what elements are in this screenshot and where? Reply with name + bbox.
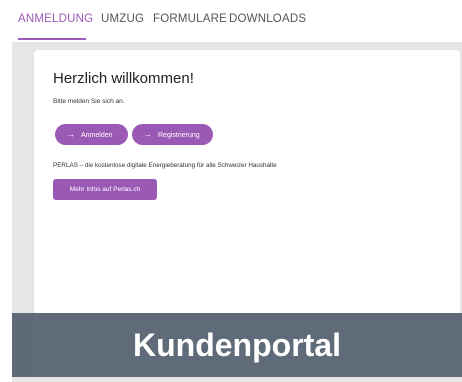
active-tab-indicator: [18, 38, 86, 40]
register-button[interactable]: → Registrierung: [132, 124, 213, 145]
register-button-label: Registrierung: [158, 132, 200, 139]
top-nav: ANMELDUNG UMZUG FORMULARE DOWNLOADS: [0, 0, 462, 42]
page: ANMELDUNG UMZUG FORMULARE DOWNLOADS Herz…: [0, 0, 462, 382]
banner-title: Kundenportal: [133, 327, 341, 363]
tab-formulare[interactable]: FORMULARE: [153, 13, 227, 25]
tab-umzug[interactable]: UMZUG: [101, 13, 144, 25]
tab-anmeldung[interactable]: ANMELDUNG: [18, 13, 93, 25]
login-button-label: Anmelden: [81, 132, 113, 139]
login-button[interactable]: → Anmelden: [55, 124, 128, 145]
tab-downloads[interactable]: DOWNLOADS: [229, 13, 306, 25]
perlas-info-text: PERLAS – die kostenlose digitale Energie…: [53, 162, 277, 169]
welcome-title: Herzlich willkommen!: [53, 70, 194, 87]
login-subtitle: Bitte melden Sie sich an.: [53, 98, 125, 105]
arrow-right-icon: →: [67, 130, 75, 139]
more-info-button[interactable]: Mehr Infos auf Perlas.ch: [53, 179, 157, 200]
arrow-right-icon: →: [144, 130, 152, 139]
